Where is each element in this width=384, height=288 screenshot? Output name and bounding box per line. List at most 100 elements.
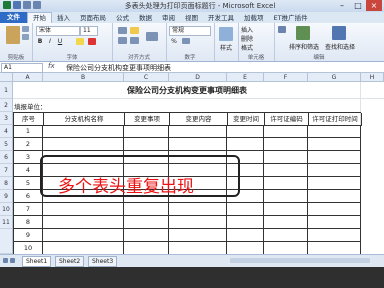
table-cell[interactable] [43, 138, 124, 151]
serial-cell[interactable]: 4 [13, 164, 43, 177]
name-box[interactable]: A1 [1, 63, 43, 73]
table-cell[interactable] [264, 216, 308, 229]
table-cell[interactable] [169, 229, 227, 242]
copy-icon[interactable] [22, 34, 29, 40]
row-header[interactable]: 6 [0, 151, 13, 164]
insert-cells-button[interactable]: 插入 [241, 25, 271, 34]
table-cell[interactable] [169, 125, 227, 138]
table-cell[interactable] [227, 125, 264, 138]
underline-button[interactable]: U [56, 37, 64, 45]
table-cell[interactable] [308, 151, 361, 164]
table-cell[interactable] [124, 216, 169, 229]
row-header[interactable]: 8 [0, 177, 13, 190]
row-header[interactable]: 7 [0, 164, 13, 177]
table-cell[interactable] [308, 242, 361, 254]
column-header-b[interactable]: B [43, 73, 124, 82]
table-cell[interactable] [264, 125, 308, 138]
formula-input[interactable]: 保险公司分支机构变更事项明细表 [66, 63, 171, 73]
table-cell[interactable] [124, 125, 169, 138]
sort-filter-icon[interactable] [296, 26, 310, 40]
fill-color-icon[interactable] [76, 38, 84, 45]
table-cell[interactable] [227, 242, 264, 254]
font-name-select[interactable]: 宋体 [36, 26, 80, 36]
merge-center-icon[interactable] [146, 32, 158, 41]
align-left-icon[interactable] [118, 37, 127, 44]
table-cell[interactable] [43, 242, 124, 254]
table-cell[interactable] [169, 203, 227, 216]
number-format-select[interactable]: 常规 [169, 26, 211, 36]
table-cell[interactable] [264, 203, 308, 216]
table-cell[interactable] [264, 164, 308, 177]
tab-view[interactable]: 视图 [180, 13, 203, 23]
serial-cell[interactable]: 10 [13, 242, 43, 254]
select-all-corner[interactable] [0, 73, 13, 82]
row-header[interactable]: 1 [0, 82, 13, 99]
sheet-tab-3[interactable]: Sheet3 [88, 256, 118, 267]
tab-page-layout[interactable]: 页面布局 [75, 13, 111, 23]
styles-button-label[interactable]: 样式 [214, 43, 238, 52]
font-color-icon[interactable] [88, 38, 96, 45]
format-cells-button[interactable]: 格式 [241, 43, 271, 52]
row-header[interactable]: 3 [0, 112, 13, 125]
column-header-c[interactable]: C [124, 73, 169, 82]
table-cell[interactable] [227, 203, 264, 216]
undo-icon[interactable] [23, 1, 31, 9]
serial-cell[interactable]: 5 [13, 177, 43, 190]
table-cell[interactable] [43, 216, 124, 229]
column-header-h[interactable]: H [361, 73, 384, 82]
tab-file[interactable]: 文件 [0, 12, 27, 23]
italic-button[interactable]: I [46, 37, 54, 45]
column-header-e[interactable]: E [227, 73, 264, 82]
tab-data[interactable]: 数据 [134, 13, 157, 23]
serial-cell[interactable]: 1 [13, 125, 43, 138]
sum-icon[interactable] [278, 26, 286, 33]
sheet-tab-1[interactable]: Sheet1 [22, 256, 52, 267]
serial-cell[interactable]: 8 [13, 216, 43, 229]
function-icon[interactable]: fx [48, 62, 55, 70]
percent-button[interactable]: % [170, 37, 178, 45]
find-select-icon[interactable] [332, 26, 346, 40]
table-cell[interactable] [308, 177, 361, 190]
sheet-title-cell[interactable]: 保险公司分支机构变更事项明细表 [13, 82, 361, 99]
table-cell[interactable] [227, 138, 264, 151]
align-center-icon[interactable] [130, 37, 139, 44]
table-cell[interactable] [169, 242, 227, 254]
serial-cell[interactable]: 9 [13, 229, 43, 242]
table-cell[interactable] [308, 125, 361, 138]
tab-addins[interactable]: 加载项 [239, 13, 269, 23]
table-cell[interactable] [124, 138, 169, 151]
align-middle-icon[interactable] [130, 27, 139, 34]
table-cell[interactable] [264, 190, 308, 203]
column-header-g[interactable]: G [308, 73, 361, 82]
serial-cell[interactable]: 7 [13, 203, 43, 216]
serial-cell[interactable]: 2 [13, 138, 43, 151]
serial-cell[interactable]: 6 [13, 190, 43, 203]
tab-developer[interactable]: 开发工具 [203, 13, 239, 23]
table-cell[interactable] [264, 177, 308, 190]
table-cell[interactable] [308, 203, 361, 216]
bold-button[interactable]: B [36, 37, 44, 45]
save-icon[interactable] [13, 1, 21, 9]
sort-filter-button[interactable]: 排序和筛选 [286, 42, 322, 51]
table-cell[interactable] [308, 216, 361, 229]
table-cell[interactable] [264, 151, 308, 164]
align-top-icon[interactable] [118, 27, 127, 34]
first-sheet-nav-icon[interactable] [3, 258, 8, 263]
table-cell[interactable] [227, 216, 264, 229]
serial-cell[interactable]: 3 [13, 151, 43, 164]
row-header[interactable]: 10 [0, 203, 13, 216]
table-cell[interactable] [43, 125, 124, 138]
cut-icon[interactable] [22, 26, 29, 32]
row-header[interactable]: 5 [0, 138, 13, 151]
row-header[interactable]: 2 [0, 99, 13, 112]
table-cell[interactable] [264, 229, 308, 242]
table-cell[interactable] [43, 229, 124, 242]
table-cell[interactable] [308, 164, 361, 177]
table-cell[interactable] [43, 203, 124, 216]
styles-icon[interactable] [219, 27, 233, 41]
table-cell[interactable] [124, 242, 169, 254]
column-header-d[interactable]: D [169, 73, 227, 82]
row-header[interactable]: 9 [0, 190, 13, 203]
horizontal-scrollbar[interactable] [230, 258, 370, 263]
tab-et-plugin[interactable]: ET推广插件 [269, 13, 313, 23]
